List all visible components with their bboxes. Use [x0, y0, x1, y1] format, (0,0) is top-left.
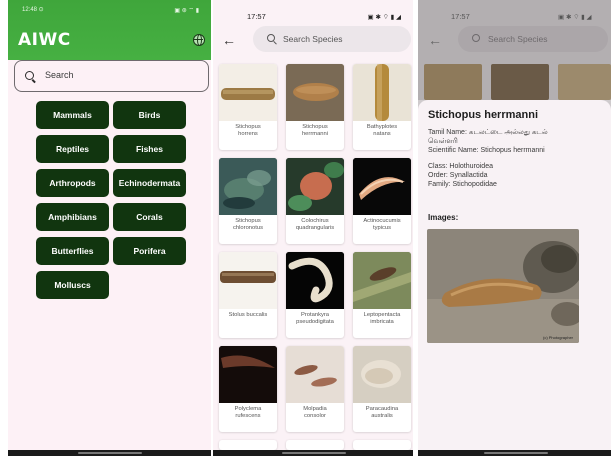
globe-icon[interactable]: [193, 34, 205, 46]
species-name: Molpadia consolor: [303, 406, 327, 419]
species-title: Stichopus herrmanni: [428, 109, 539, 121]
species-name: Stichopus chloronotus: [233, 218, 263, 231]
scientific-name: Scientific Name: Stichopus herrmanni: [428, 147, 545, 154]
home-gesture-handle[interactable]: [78, 452, 142, 454]
images-label: Images:: [428, 213, 459, 222]
status-icons: ▣ ✱ ⌔ ▮ ◢: [558, 14, 592, 21]
species-detail-sheet: Stichopus herrmanni Tamil Name: கடலட்டை …: [418, 100, 611, 450]
species-name: Stolus buccalis: [228, 312, 268, 318]
category-button-arthropods[interactable]: Arthropods: [36, 169, 109, 197]
species-card[interactable]: [353, 440, 411, 450]
sea-cucumber-image: [558, 64, 611, 100]
status-bar: 12:48 ⊙ ▣ ⊛ ⌔ ▮: [8, 0, 211, 16]
category-button-echinodermata[interactable]: Echinodermata: [113, 169, 186, 197]
status-time: 12:48 ⊙: [22, 7, 44, 13]
sea-cucumber-image: [219, 346, 277, 403]
sea-cucumber-image: [219, 64, 277, 121]
category-button-molluscs[interactable]: Molluscs: [36, 271, 109, 299]
species-card[interactable]: Protankyra pseudodigitata: [286, 252, 344, 338]
search-placeholder: Search: [45, 70, 74, 80]
sea-cucumber-image: [353, 64, 411, 121]
category-button-mammals[interactable]: Mammals: [36, 101, 109, 129]
status-time: 17:57: [451, 12, 470, 21]
home-gesture-handle[interactable]: [484, 452, 548, 454]
species-name: Colochirus quadrangularis: [295, 218, 335, 231]
sea-cucumber-image: [219, 158, 277, 215]
species-card[interactable]: Stichopus chloronotus: [219, 158, 277, 244]
sea-cucumber-image: [286, 346, 344, 403]
sea-cucumber-image: [424, 64, 482, 100]
app-title: AIWC: [18, 30, 71, 50]
species-name: Leptopentacta imbricata: [363, 312, 401, 325]
species-name: Actinocucumis typicus: [363, 218, 401, 231]
status-bar: 17:57 ▣ ✱ ⌔ ▮ ◢: [451, 12, 592, 21]
species-photo[interactable]: (c) Photographer: [427, 229, 579, 343]
category-button-amphibians[interactable]: Amphibians: [36, 203, 109, 231]
species-card[interactable]: Molpadia consolor: [286, 346, 344, 432]
search-placeholder: Search Species: [283, 34, 343, 44]
status-time: 17:57: [247, 12, 266, 21]
order-name: Order: Synallactida: [428, 172, 488, 179]
species-search-input[interactable]: Search Species: [253, 26, 411, 52]
sea-cucumber-image: [286, 158, 344, 215]
sea-cucumber-image: [491, 64, 549, 100]
species-name: Paracaudina australis: [365, 406, 399, 419]
search-input[interactable]: Search: [14, 60, 209, 92]
category-button-butterflies[interactable]: Butterflies: [36, 237, 109, 265]
tamil-name-cont: வெள்ளரி: [428, 138, 458, 145]
species-card[interactable]: Stolus buccalis: [219, 252, 277, 338]
species-search-input[interactable]: Search Species: [458, 26, 608, 52]
home-screen: 12:48 ⊙ ▣ ⊛ ⌔ ▮ AIWC Search Mammals Bird…: [8, 0, 211, 450]
tamil-name: Tamil Name: கடலட்டை அல்லது கடல்: [428, 129, 548, 136]
sea-cucumber-image: [286, 64, 344, 121]
category-button-porifera[interactable]: Porifera: [113, 237, 186, 265]
sea-cucumber-image: [353, 158, 411, 215]
status-icons: ▣ ✱ ⌔ ▮ ◢: [367, 14, 402, 21]
species-name: Stichopus horrens: [235, 124, 261, 137]
species-card[interactable]: Leptopentacta imbricata: [353, 252, 411, 338]
search-icon: [25, 71, 34, 80]
species-card[interactable]: [286, 440, 344, 450]
species-card[interactable]: Stichopus herrmanni: [286, 64, 344, 150]
species-name: Polyclema rufescens: [234, 406, 262, 419]
sea-cucumber-image: [353, 346, 411, 403]
species-card[interactable]: Bathyplotes natans: [353, 64, 411, 150]
sea-cucumber-image: [353, 252, 411, 309]
app-header: 12:48 ⊙ ▣ ⊛ ⌔ ▮ AIWC: [8, 0, 211, 60]
species-name: Stichopus herrmanni: [301, 124, 329, 137]
species-name: Bathyplotes natans: [366, 124, 398, 137]
species-card[interactable]: Stichopus horrens: [219, 64, 277, 150]
species-info: Tamil Name: கடலட்டை அல்லது கடல் வெள்ளரி …: [428, 128, 604, 189]
category-button-birds[interactable]: Birds: [113, 101, 186, 129]
search-placeholder: Search Species: [488, 34, 548, 44]
family-name: Family: Stichopodidae: [428, 181, 497, 188]
back-arrow-icon[interactable]: ←: [428, 32, 442, 48]
species-card[interactable]: Actinocucumis typicus: [353, 158, 411, 244]
status-icons: ▣ ⊛ ⌔ ▮: [174, 8, 199, 14]
search-icon: [267, 34, 275, 42]
species-card[interactable]: Paracaudina australis: [353, 346, 411, 432]
photo-credit: (c) Photographer: [542, 335, 573, 340]
species-card[interactable]: [219, 440, 277, 450]
category-button-fishes[interactable]: Fishes: [113, 135, 186, 163]
category-button-corals[interactable]: Corals: [113, 203, 186, 231]
category-button-reptiles[interactable]: Reptiles: [36, 135, 109, 163]
species-list-screen: 17:57 ▣ ✱ ⌔ ▮ ◢ ← Search Species Stichop…: [213, 0, 413, 450]
app-screens: 12:48 ⊙ ▣ ⊛ ⌔ ▮ AIWC Search Mammals Bird…: [0, 0, 611, 456]
class-name: Class: Holothuroidea: [428, 163, 493, 170]
species-name: Protankyra pseudodigitata: [296, 312, 334, 325]
sea-cucumber-image: [219, 252, 277, 309]
back-arrow-icon[interactable]: ←: [222, 32, 236, 48]
species-detail-screen: 17:57 ▣ ✱ ⌔ ▮ ◢ ← Search Species Stichop…: [418, 0, 611, 450]
species-card[interactable]: Colochirus quadrangularis: [286, 158, 344, 244]
species-card[interactable]: Polyclema rufescens: [219, 346, 277, 432]
status-bar: 17:57 ▣ ✱ ⌔ ▮ ◢: [213, 0, 413, 21]
home-gesture-handle[interactable]: [282, 452, 346, 454]
sea-cucumber-image: [286, 252, 344, 309]
search-icon: [472, 34, 480, 42]
